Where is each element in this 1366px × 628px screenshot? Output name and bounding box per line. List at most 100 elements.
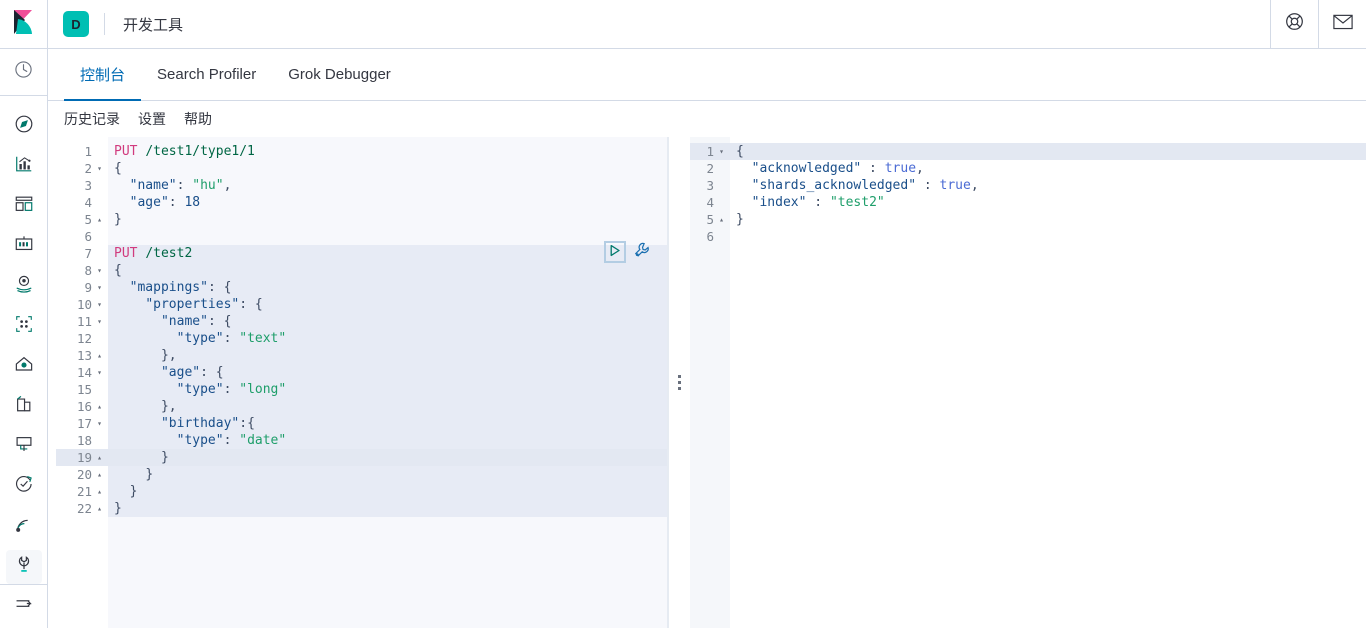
help-button[interactable] (1270, 0, 1318, 48)
code-token: { (247, 416, 255, 431)
line-number: 8 (84, 263, 92, 278)
code-line: PUT /test1/type1/1 (108, 143, 668, 160)
fold-marker[interactable]: ▴ (95, 466, 104, 483)
split-resizer[interactable] (668, 137, 690, 628)
space-badge-letter: D (63, 11, 89, 37)
code-line: "shards_acknowledged" : true, (730, 177, 1366, 194)
code-token: "name" (160, 314, 208, 329)
bar-chart-visualize-icon (14, 154, 34, 179)
sidebar-item-logs[interactable] (6, 390, 42, 424)
gutter-line: 3 (690, 177, 730, 194)
dev-tools-tabs: 控制台 Search Profiler Grok Debugger (48, 49, 1366, 101)
sidebar-item-infrastructure[interactable] (6, 350, 42, 384)
fold-marker[interactable]: ▴ (95, 398, 104, 415)
fold-marker[interactable]: ▴ (95, 211, 104, 228)
code-token: "properties" (145, 297, 240, 312)
code-token: } (736, 212, 744, 227)
fold-marker[interactable]: ▴ (95, 500, 104, 517)
line-number: 19 (76, 450, 92, 465)
request-editor-pane: 1 2 ▾ 3 4 5 ▴ 6 7 8 ▾ 9 ▾ 10 ▾ 11 ▾ 12 13 ▴ 14 ▾ 15 16 ▴ 17 ▾ 18 19 ▴… (56, 137, 668, 628)
run-request-button[interactable] (604, 241, 626, 263)
code-token: : (223, 382, 240, 397)
sidebar-item-dev-tools[interactable] (5, 549, 42, 584)
code-token: "long" (239, 382, 287, 397)
fold-marker[interactable]: ▴ (95, 483, 104, 500)
sidebar-item-canvas[interactable] (6, 230, 42, 264)
code-line: "properties": { (108, 296, 668, 313)
fold-marker[interactable]: ▾ (95, 296, 104, 313)
space-avatar[interactable]: D (48, 0, 104, 48)
apm-icon (14, 434, 34, 459)
fold-marker[interactable]: ▾ (95, 364, 104, 381)
request-settings-button[interactable] (632, 242, 652, 262)
subnav-history[interactable]: 历史记录 (64, 109, 120, 129)
gutter-line: 6 (690, 228, 730, 245)
nav-collapse-button[interactable] (0, 583, 47, 628)
gutter-line: 20 ▴ (56, 466, 108, 483)
code-token: { (223, 314, 232, 329)
request-editor[interactable]: PUT /test1/type1/1{ "name": "hu", "age":… (108, 137, 668, 628)
gutter-line: 3 (56, 177, 108, 194)
gutter-line: 6 (56, 228, 108, 245)
code-token: } (129, 484, 138, 499)
code-token: "acknowledged" (751, 161, 862, 176)
code-token: : (200, 365, 216, 380)
sidebar-item-visualize[interactable] (6, 150, 42, 184)
tab-console[interactable]: 控制台 (64, 50, 142, 101)
main-content: 控制台 Search Profiler Grok Debugger 历史记录 设… (48, 49, 1366, 628)
fold-marker[interactable]: ▴ (95, 449, 104, 466)
code-line: } (108, 211, 668, 228)
wrench-dev-tools-icon (14, 554, 34, 579)
fold-marker[interactable]: ▾ (95, 279, 104, 296)
code-token: : (223, 331, 240, 346)
fold-marker[interactable]: ▾ (95, 415, 104, 432)
code-line: "type": "long" (108, 381, 668, 398)
line-number: 22 (76, 501, 92, 516)
code-line: "age": { (108, 364, 668, 381)
sidebar-item-discover[interactable] (6, 110, 42, 144)
response-output[interactable]: { "acknowledged" : true, "shards_acknowl… (730, 137, 1366, 628)
code-token: { (114, 263, 122, 278)
sidebar-item-maps[interactable] (6, 270, 42, 304)
fold-marker[interactable]: ▾ (95, 313, 104, 330)
sidebar-item-dashboard[interactable] (6, 190, 42, 224)
code-line: "acknowledged" : true, (730, 160, 1366, 177)
code-token: "type" (176, 382, 224, 397)
sidebar-item-apm[interactable] (6, 430, 42, 464)
sidebar-item-machine-learning[interactable] (6, 310, 42, 344)
nav-item-list (5, 96, 42, 584)
tab-search-profiler[interactable]: Search Profiler (141, 50, 272, 101)
fold-marker[interactable]: ▾ (717, 143, 726, 160)
canvas-icon (14, 234, 34, 259)
subnav-help[interactable]: 帮助 (184, 109, 212, 129)
sidebar-item-uptime[interactable] (6, 470, 42, 504)
news-feed-button[interactable] (1318, 0, 1366, 48)
fold-marker[interactable]: ▾ (95, 160, 104, 177)
code-line: "name": "hu", (108, 177, 668, 194)
recently-viewed-button[interactable] (0, 49, 47, 96)
gutter-line: 5 ▴ (690, 211, 730, 228)
kibana-home-link[interactable] (0, 0, 48, 48)
line-number: 14 (76, 365, 92, 380)
sidebar-item-siem[interactable] (6, 510, 42, 544)
uptime-icon (14, 474, 34, 499)
fold-marker[interactable]: ▴ (95, 347, 104, 364)
page-title: 开发工具 (123, 16, 184, 34)
fold-marker[interactable]: ▴ (717, 211, 726, 228)
play-run-request-icon (609, 244, 621, 261)
compass-discover-icon (14, 114, 34, 139)
code-token: : (223, 433, 240, 448)
gutter-line: 15 (56, 381, 108, 398)
code-line: { (108, 160, 668, 177)
subnav-settings[interactable]: 设置 (138, 109, 166, 129)
tab-grok-debugger[interactable]: Grok Debugger (272, 50, 407, 101)
code-token: "shards_acknowledged" (751, 178, 917, 193)
fold-marker[interactable]: ▾ (95, 262, 104, 279)
code-token: "date" (239, 433, 287, 448)
